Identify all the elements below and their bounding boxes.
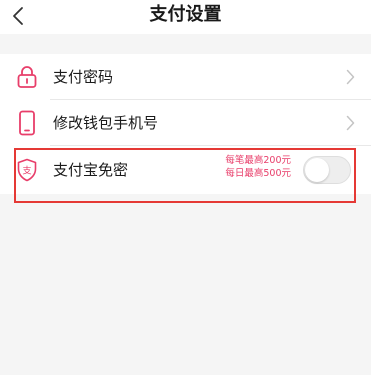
limit-per-transaction: 每笔最高200元 — [225, 155, 291, 166]
settings-item-label: 支付宝免密 — [53, 161, 129, 179]
settings-item-label: 修改钱包手机号 — [53, 114, 159, 132]
settings-item-label: 支付密码 — [53, 68, 114, 86]
toggle-knob — [305, 158, 329, 182]
navigation-bar: 支付设置 — [0, 0, 371, 34]
page-title: 支付设置 — [149, 4, 222, 25]
settings-item-alipay-password-free: 支 支付宝免密 每笔最高200元 每日最高500元 — [0, 146, 371, 194]
password-free-toggle[interactable] — [303, 156, 351, 184]
lock-icon — [14, 64, 40, 90]
limit-per-day: 每日最高500元 — [225, 168, 291, 179]
settings-list: 支付密码 修改钱包手机号 支 支付宝免密 每笔最高200元 每日最高500元 — [0, 54, 371, 194]
chevron-right-icon — [345, 115, 355, 131]
settings-item-payment-password[interactable]: 支付密码 — [0, 54, 371, 100]
svg-text:支: 支 — [22, 165, 31, 177]
limit-info: 每笔最高200元 每日最高500元 — [225, 154, 291, 180]
phone-icon — [14, 110, 40, 136]
chevron-right-icon — [345, 69, 355, 85]
alipay-shield-icon: 支 — [14, 157, 40, 183]
settings-item-wallet-phone[interactable]: 修改钱包手机号 — [0, 100, 371, 146]
